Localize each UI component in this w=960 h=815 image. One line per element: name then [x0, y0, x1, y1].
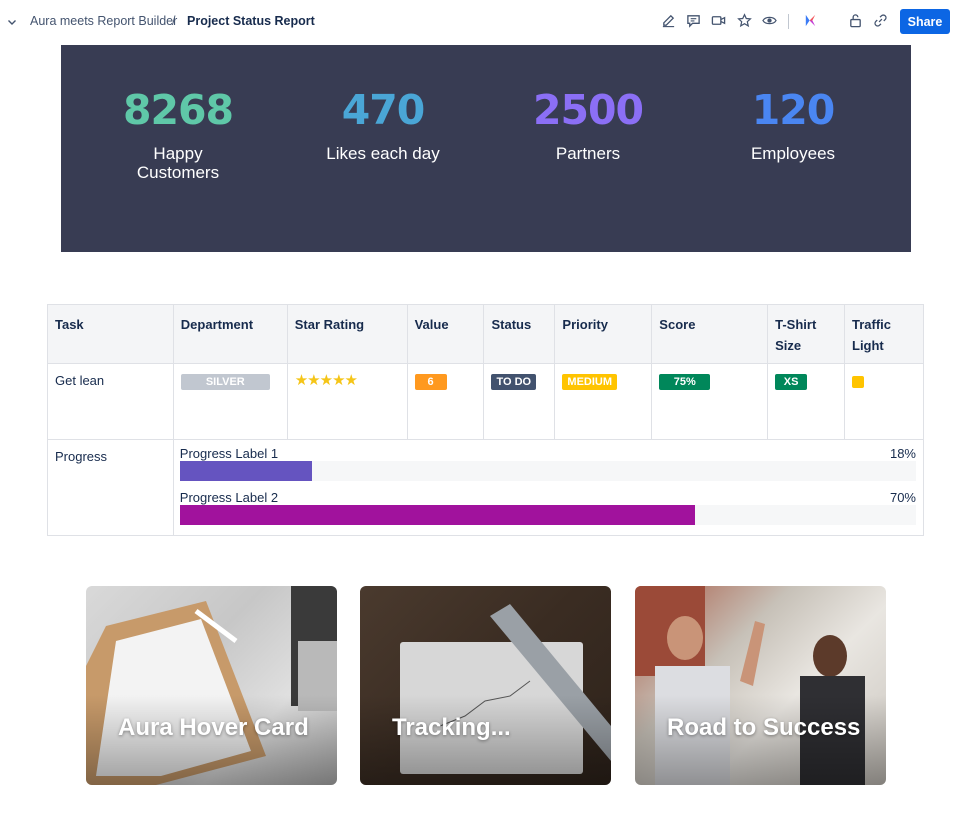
watch-icon[interactable] [761, 12, 778, 29]
column-header[interactable]: T-Shirt Size [767, 304, 845, 364]
stat-employees: 120 Employees [693, 85, 893, 163]
stat-label: Happy Customers [78, 144, 278, 182]
column-header[interactable]: Score [651, 304, 769, 364]
video-icon[interactable] [710, 12, 727, 29]
star-icon[interactable] [736, 12, 753, 29]
stat-label: Partners [555, 144, 621, 163]
progress-label: Progress Label 1 [179, 446, 279, 461]
card-title: Tracking... [392, 714, 511, 741]
progress-bar-2: Progress Label 2 70% [179, 490, 916, 535]
stat-value: 2500 [532, 86, 644, 134]
status-table: Task Department Star Rating Value Status… [47, 304, 925, 536]
value-cell[interactable]: 6 [406, 363, 485, 440]
card-tracking[interactable]: Tracking... [360, 586, 611, 785]
progress-track [179, 461, 916, 481]
breadcrumb-separator: / [172, 14, 176, 28]
score-badge: 75% [659, 374, 711, 390]
department-cell[interactable]: SILVER [172, 363, 288, 440]
stat-value: 8268 [122, 86, 234, 134]
progress-cell[interactable]: Progress Label 1 18% Progress Label 2 70… [172, 439, 925, 536]
page-title: Project Status Report [187, 14, 315, 28]
card-road-to-success[interactable]: Road to Success [635, 586, 886, 785]
column-header[interactable]: Value [406, 304, 485, 364]
column-header[interactable]: Status [483, 304, 556, 364]
card-aura-hover[interactable]: Aura Hover Card [86, 586, 337, 785]
breadcrumb-parent[interactable]: Aura meets Report Builder [30, 14, 177, 28]
stat-label: Likes each day [326, 144, 440, 163]
table-row: Get lean SILVER ★★★★★ 6 TO DO MEDIUM 75%… [47, 363, 924, 440]
column-header[interactable]: Task [47, 304, 174, 364]
priority-badge: MEDIUM [562, 374, 618, 390]
value-badge: 6 [414, 374, 447, 390]
lock-icon[interactable] [847, 12, 864, 29]
score-cell[interactable]: 75% [651, 363, 769, 440]
priority-cell[interactable]: MEDIUM [554, 363, 653, 440]
task-cell[interactable]: Get lean [47, 363, 174, 440]
tshirt-badge: XS [775, 374, 808, 390]
stat-likes-each-day: 470 Likes each day [283, 85, 483, 163]
star-rating-cell[interactable]: ★★★★★ [286, 363, 408, 440]
progress-label: Progress Label 2 [179, 490, 279, 505]
card-title: Road to Success [667, 714, 861, 741]
status-badge: TO DO [491, 374, 537, 390]
task-cell[interactable]: Progress [47, 439, 174, 536]
edit-icon[interactable] [660, 12, 677, 29]
stats-banner: 8268 Happy Customers 470 Likes each day … [61, 45, 911, 252]
app-logo-icon[interactable] [802, 12, 819, 29]
progress-fill [179, 461, 313, 481]
progress-track [179, 505, 916, 525]
card-title: Aura Hover Card [118, 714, 309, 741]
status-cell[interactable]: TO DO [483, 363, 556, 440]
stat-partners: 2500 Partners [488, 85, 688, 163]
comment-icon[interactable] [685, 12, 702, 29]
traffic-light-icon [852, 376, 864, 388]
progress-fill [179, 505, 696, 525]
traffic-light-cell[interactable] [844, 363, 924, 440]
tshirt-cell[interactable]: XS [767, 363, 845, 440]
column-header[interactable]: Star Rating [286, 304, 408, 364]
column-header[interactable]: Priority [554, 304, 653, 364]
stat-value: 120 [751, 86, 836, 134]
progress-percent: 70% [889, 490, 916, 505]
column-header[interactable]: Department [172, 304, 288, 364]
progress-percent: 18% [889, 446, 916, 461]
chevron-down-icon[interactable] [6, 15, 18, 27]
department-badge: SILVER [180, 374, 270, 390]
top-bar: Aura meets Report Builder / Project Stat… [0, 0, 960, 44]
toolbar-divider [788, 14, 789, 29]
table-header-row: Task Department Star Rating Value Status… [47, 304, 924, 364]
stat-happy-customers: 8268 Happy Customers [78, 85, 278, 182]
stat-label: Employees [750, 144, 836, 163]
column-header[interactable]: Traffic Light [844, 304, 924, 364]
stat-value: 470 [341, 86, 426, 134]
stat-label-line: Happy Customers [136, 144, 220, 182]
table-row-progress: Progress Progress Label 1 18% Progress L… [47, 439, 925, 536]
link-icon[interactable] [872, 12, 889, 29]
progress-bar-1: Progress Label 1 18% [179, 446, 916, 491]
star-rating-icon: ★★★★★ [294, 372, 358, 389]
share-button[interactable]: Share [900, 9, 950, 34]
